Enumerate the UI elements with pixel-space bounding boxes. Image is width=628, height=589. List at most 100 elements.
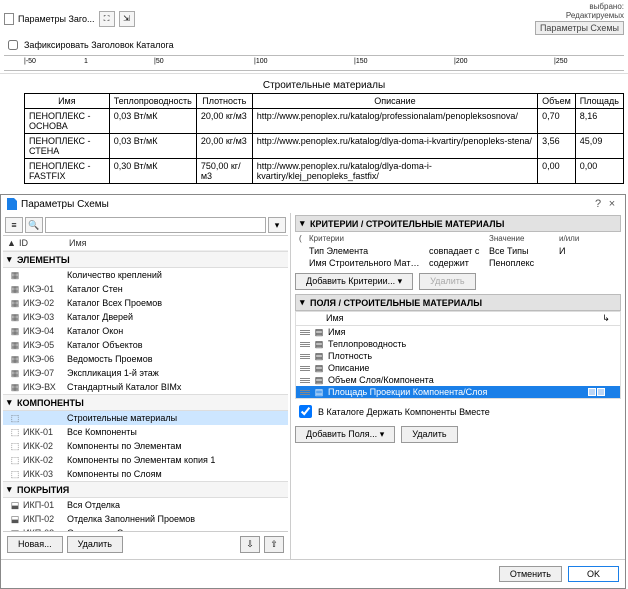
help-icon[interactable]: ? — [591, 198, 605, 210]
tree-item[interactable]: ▦Количество креплений — [3, 268, 288, 282]
tree-group[interactable]: ▾ПОКРЫТИЯ — [3, 481, 288, 498]
field-row[interactable]: ▤Плотность — [296, 350, 620, 362]
cell-area: 0,00 — [575, 159, 623, 184]
tree-item[interactable]: ⬓ИКП-01Вся Отделка — [3, 498, 288, 512]
grid-icon: ▦ — [7, 269, 23, 281]
item-name: Каталог Дверей — [67, 312, 284, 322]
ruler: |-50 1 |50 |100 |150 |200 |250 — [4, 55, 624, 71]
add-criteria-button[interactable]: Добавить Критерии... ▾ — [295, 273, 413, 290]
grid-icon: ▦ — [7, 339, 23, 351]
drag-icon[interactable] — [300, 390, 310, 395]
field-type-icon: ▤ — [313, 327, 325, 337]
list-view-icon[interactable]: ≡ — [5, 217, 23, 233]
schema-params-button[interactable]: Параметры Схемы — [535, 21, 624, 35]
search-icon[interactable]: 🔍 — [25, 217, 43, 233]
col-name-header[interactable]: Имя — [69, 238, 284, 248]
cell-cond: 0,03 Вт/мК — [109, 134, 196, 159]
fields-panel-header[interactable]: ▾ ПОЛЯ / СТРОИТЕЛЬНЫЕ МАТЕРИАЛЫ — [295, 294, 621, 311]
ruler-tick: |200 — [454, 58, 468, 65]
ok-button[interactable]: OK — [568, 566, 619, 582]
item-id: ИКЭ-05 — [23, 340, 67, 350]
new-button[interactable]: Новая... — [7, 536, 63, 553]
col-id-header[interactable]: ID — [19, 238, 69, 248]
remove-field-button[interactable]: Удалить — [401, 426, 457, 443]
expand-icon[interactable]: ⛶ — [99, 11, 115, 27]
tree-item[interactable]: ▦ИКЭ-07Экспликация 1-й этаж — [3, 366, 288, 380]
crit-col-value: Значение — [485, 234, 555, 243]
crit-op: совпадает с — [425, 246, 485, 256]
cell-dens: 750,00 кг/м3 — [196, 159, 252, 184]
add-fields-button[interactable]: Добавить Поля... ▾ — [295, 426, 395, 443]
top-title: Параметры Заго... — [18, 14, 95, 24]
drag-icon[interactable] — [300, 366, 310, 371]
crit-name: Имя Строительного Мат… — [305, 258, 425, 268]
cell-area: 45,09 — [575, 134, 623, 159]
tree-group[interactable]: ▾ЭЛЕМЕНТЫ — [3, 251, 288, 268]
search-input[interactable] — [45, 217, 266, 233]
tree-group[interactable]: ▾КОМПОНЕНТЫ — [3, 394, 288, 411]
field-row[interactable]: ▤Объем Слоя/Компонента — [296, 374, 620, 386]
surf-icon: ⬓ — [7, 513, 23, 525]
col-cond: Теплопроводность — [109, 94, 196, 109]
chevron-down-icon: ▾ — [7, 484, 17, 495]
table-row: ПЕНОПЛЕКС - СТЕНА0,03 Вт/мК20,00 кг/м3ht… — [25, 134, 624, 159]
tree-item[interactable]: ▦ИКЭ-06Ведомость Проемов — [3, 352, 288, 366]
crit-andor: И — [555, 246, 585, 256]
item-id: ИКП-02 — [23, 514, 67, 524]
field-row[interactable]: ▤Имя — [296, 326, 620, 338]
cancel-button[interactable]: Отменить — [499, 566, 562, 582]
field-row[interactable]: ▤Описание — [296, 362, 620, 374]
criteria-panel-header[interactable]: ▾ КРИТЕРИИ / СТРОИТЕЛЬНЫЕ МАТЕРИАЛЫ — [295, 215, 621, 232]
tree-item[interactable]: ▦ИКЭ-05Каталог Объектов — [3, 338, 288, 352]
tree-item[interactable]: ▦ИКЭ-02Каталог Всех Проемов — [3, 296, 288, 310]
filter-icon[interactable]: ▾ — [268, 217, 286, 233]
tree-item[interactable]: ⬚ИКК-02Компоненты по Элементам копия 1 — [3, 453, 288, 467]
schema-params-dialog: Параметры Схемы ? × ≡ 🔍 ▾ ▲ ID Имя ▾ЭЛЕМ… — [0, 194, 626, 589]
tree-item[interactable]: ⬓ИКП-03Отделка по Элементам — [3, 526, 288, 531]
field-name: Теплопроводность — [328, 339, 585, 349]
item-id: ИКП-01 — [23, 500, 67, 510]
close-icon[interactable]: × — [605, 198, 619, 210]
comp-icon: ⬚ — [7, 412, 23, 424]
tree-item[interactable]: ▦ИКЭ-ВХСтандартный Каталог BIMx — [3, 380, 288, 394]
field-type-icon: ▤ — [313, 351, 325, 361]
sort-up-icon[interactable]: ▲ — [7, 238, 19, 248]
collapse-icon[interactable]: ⇲ — [119, 11, 135, 27]
crit-col-paren: ( — [295, 234, 305, 243]
item-id: ИКЭ-02 — [23, 298, 67, 308]
chevron-down-icon: ▾ — [7, 397, 17, 408]
drag-icon[interactable] — [300, 330, 310, 335]
criteria-row[interactable]: Тип Элементасовпадает сВсе ТипыИ — [295, 245, 621, 257]
drag-icon[interactable] — [300, 342, 310, 347]
field-controls[interactable] — [588, 388, 616, 396]
tree-item[interactable]: ▦ИКЭ-03Каталог Дверей — [3, 310, 288, 324]
schema-tree[interactable]: ▾ЭЛЕМЕНТЫ▦Количество креплений▦ИКЭ-01Кат… — [3, 251, 288, 531]
tree-item[interactable]: ⬚ИКК-02Компоненты по Элементам — [3, 439, 288, 453]
item-name: Каталог Объектов — [67, 340, 284, 350]
tree-item[interactable]: ▦ИКЭ-01Каталог Стен — [3, 282, 288, 296]
grid-icon: ▦ — [7, 311, 23, 323]
criteria-row[interactable]: Имя Строительного Мат…содержитПеноплекс — [295, 257, 621, 269]
lock-header-label: Зафиксировать Заголовок Каталога — [24, 40, 174, 50]
field-row[interactable]: ▤Теплопроводность — [296, 338, 620, 350]
item-name: Строительные материалы — [67, 413, 284, 423]
remove-criteria-button[interactable]: Удалить — [419, 273, 475, 290]
comp-icon: ⬚ — [7, 426, 23, 438]
field-row[interactable]: ▤Площадь Проекции Компонента/Слоя — [296, 386, 620, 398]
item-id: ИКЭ-01 — [23, 284, 67, 294]
keep-components-checkbox[interactable] — [299, 405, 312, 418]
delete-button[interactable]: Удалить — [67, 536, 123, 553]
export-icon[interactable]: ⇧ — [264, 536, 284, 553]
drag-icon[interactable] — [300, 354, 310, 359]
tree-item[interactable]: ⬓ИКП-02Отделка Заполнений Проемов — [3, 512, 288, 526]
tree-item[interactable]: ⬚ИКК-03Компоненты по Слоям — [3, 467, 288, 481]
dialog-title: Параметры Схемы — [21, 199, 109, 210]
tree-item[interactable]: ⬚ Строительные материалы — [3, 411, 288, 425]
import-icon[interactable]: ⇩ — [240, 536, 260, 553]
ruler-tick: 1 — [84, 58, 88, 65]
lock-header-checkbox[interactable] — [8, 40, 18, 50]
drag-icon[interactable] — [300, 378, 310, 383]
item-name: Каталог Всех Проемов — [67, 298, 284, 308]
tree-item[interactable]: ▦ИКЭ-04Каталог Окон — [3, 324, 288, 338]
tree-item[interactable]: ⬚ИКК-01Все Компоненты — [3, 425, 288, 439]
